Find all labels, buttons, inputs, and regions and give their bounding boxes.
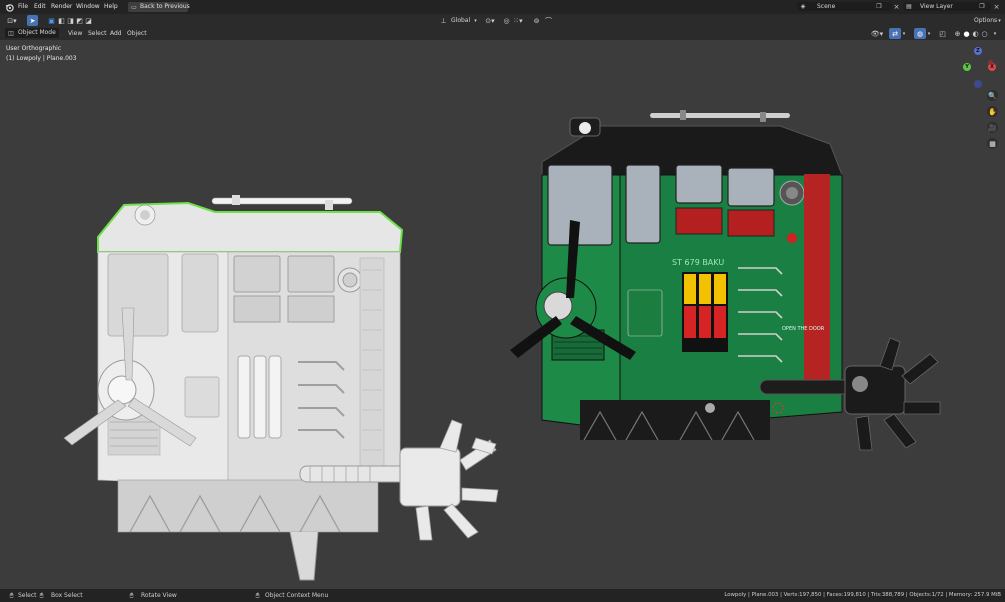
scene-render: ST 679 BAKU OPEN THE DOOR xyxy=(63,110,941,581)
falloff-icon[interactable]: ⌒ xyxy=(544,16,553,25)
door-text: OPEN THE DOOR xyxy=(782,326,825,332)
grid-view-icon[interactable]: ▦ xyxy=(987,138,998,149)
object-mode-label: Object Mode xyxy=(18,29,56,36)
gizmo-toggle-button[interactable]: ⇄ xyxy=(889,28,901,39)
mouse-right-icon: 🖱 xyxy=(255,591,260,599)
axis-y-label: Y xyxy=(965,64,969,70)
close-view-layer-icon[interactable]: × xyxy=(992,2,1001,11)
solid-shading-icon[interactable]: ● xyxy=(962,29,971,38)
snap-target-icon[interactable]: ⁙▾ xyxy=(512,16,524,25)
copy-scene-icon[interactable]: ❐ xyxy=(875,3,883,10)
object-mode-dropdown[interactable]: ◫ Object Mode xyxy=(5,28,59,38)
select-box-icon[interactable]: ▣ xyxy=(47,16,56,25)
visibility-icon[interactable]: 👁▾ xyxy=(870,29,884,38)
shading-options-icon[interactable]: ▾ xyxy=(991,29,999,38)
select-subtract-icon[interactable]: ◨ xyxy=(66,16,75,25)
scene-label: Scene xyxy=(817,3,836,10)
menu-file[interactable]: File xyxy=(18,3,28,10)
material-shading-icon[interactable]: ◐ xyxy=(971,29,980,38)
context-menu-hint: Object Context Menu xyxy=(265,592,329,599)
box-select-hint: Box Select xyxy=(51,592,83,599)
overlay-dropdown-icon[interactable]: ▾ xyxy=(926,29,932,38)
orientation-label[interactable]: Global xyxy=(451,17,470,24)
mouse-left-icon: 🖱 xyxy=(9,591,14,599)
gizmo-icon: ⇄ xyxy=(892,29,898,38)
menu-object[interactable]: Object xyxy=(127,30,147,37)
axis-neg-x-icon[interactable] xyxy=(988,60,993,65)
menu-view[interactable]: View xyxy=(68,30,82,37)
status-bar: 🖱 Select 🖱 Box Select 🖱 Rotate View 🖱 Ob… xyxy=(0,589,1005,602)
scene-selector[interactable]: ◈ Scene ❐ xyxy=(797,2,892,11)
serial-text: ST 679 BAKU xyxy=(672,258,724,267)
menu-help[interactable]: Help xyxy=(104,3,118,10)
view-layer-selector[interactable]: ▤ View Layer ❐ xyxy=(903,2,991,11)
xray-icon[interactable]: ◰ xyxy=(938,29,947,38)
header-toolbar: ⊡▾ ➤ ▣ ◧ ◨ ◩ ◪ ⊥ Global ▾ ⊙▾ ◎ ⁙▾ ⊚ ⌒ Op… xyxy=(0,14,1005,27)
mouse-drag-icon: 🖱 xyxy=(39,591,44,599)
proportional-edit-icon[interactable]: ⊚ xyxy=(532,16,541,25)
zoom-icon[interactable]: 🔍 xyxy=(987,90,998,101)
overlay-toggle-button[interactable]: ◍ xyxy=(914,28,926,39)
blender-logo-icon[interactable] xyxy=(4,2,14,12)
menu-add[interactable]: Add xyxy=(110,30,122,37)
menu-render[interactable]: Render xyxy=(51,3,72,10)
view-layer-icon: ▤ xyxy=(906,3,912,10)
camera-icon[interactable]: 🎥 xyxy=(987,122,998,133)
rotate-view-hint: Rotate View xyxy=(141,592,177,599)
lowpoly-model[interactable] xyxy=(63,195,499,581)
editor-type-icon[interactable]: ⊡▾ xyxy=(5,16,19,25)
pivot-point-icon[interactable]: ⊙▾ xyxy=(484,16,496,25)
screen-icon: ▭ xyxy=(131,3,137,11)
overlay-icon: ◍ xyxy=(916,29,924,38)
axis-z-label: Z xyxy=(976,48,980,54)
menu-select[interactable]: Select xyxy=(88,30,107,37)
cursor-icon: ➤ xyxy=(29,16,36,25)
scene-stats: Lowpoly | Plane.003 | Verts:197,850 | Fa… xyxy=(724,592,1001,598)
axis-z-icon[interactable]: Z xyxy=(974,47,982,55)
select-invert-icon[interactable]: ◩ xyxy=(75,16,84,25)
options-label[interactable]: Options xyxy=(974,17,997,24)
select-hint: Select xyxy=(18,592,37,599)
pan-hand-icon[interactable]: ✋ xyxy=(987,106,998,117)
close-scene-icon[interactable]: × xyxy=(892,2,901,11)
3d-viewport[interactable]: User Orthographic (1) Lowpoly | Plane.00… xyxy=(0,40,1005,589)
rendered-shading-icon[interactable]: ○ xyxy=(980,29,989,38)
back-to-previous-button[interactable]: Back to Previous ▭ xyxy=(128,2,190,12)
mode-bar: ◫ Object Mode View Select Add Object 👁▾ … xyxy=(0,27,1005,40)
wireframe-shading-icon[interactable]: ⊕ xyxy=(953,29,962,38)
snap-icon[interactable]: ◎ xyxy=(502,16,511,25)
axis-y-icon[interactable]: Y xyxy=(963,63,971,71)
textured-model[interactable]: ST 679 BAKU OPEN THE DOOR xyxy=(510,110,941,451)
scene-icon: ◈ xyxy=(800,3,806,10)
transform-orientation-icon[interactable]: ⊥ xyxy=(439,16,448,25)
object-mode-icon: ◫ xyxy=(8,29,14,37)
back-to-previous-label: Back to Previous xyxy=(140,3,190,10)
gizmo-dropdown-icon[interactable]: ▾ xyxy=(901,29,907,38)
copy-view-layer-icon[interactable]: ❐ xyxy=(978,3,986,10)
top-bar: File Edit Render Window Help Back to Pre… xyxy=(0,0,1005,14)
select-intersect-icon[interactable]: ◪ xyxy=(84,16,93,25)
select-extend-icon[interactable]: ◧ xyxy=(57,16,66,25)
options-chevron-icon: ▾ xyxy=(998,17,1001,24)
mouse-middle-icon: 🖱 xyxy=(129,591,134,599)
menu-edit[interactable]: Edit xyxy=(34,3,46,10)
view-layer-label: View Layer xyxy=(920,3,953,10)
chevron-down-icon: ▾ xyxy=(474,17,477,24)
menu-window[interactable]: Window xyxy=(76,3,100,10)
select-tool-button[interactable]: ➤ xyxy=(27,15,38,26)
axis-neg-z-icon[interactable] xyxy=(974,80,982,88)
